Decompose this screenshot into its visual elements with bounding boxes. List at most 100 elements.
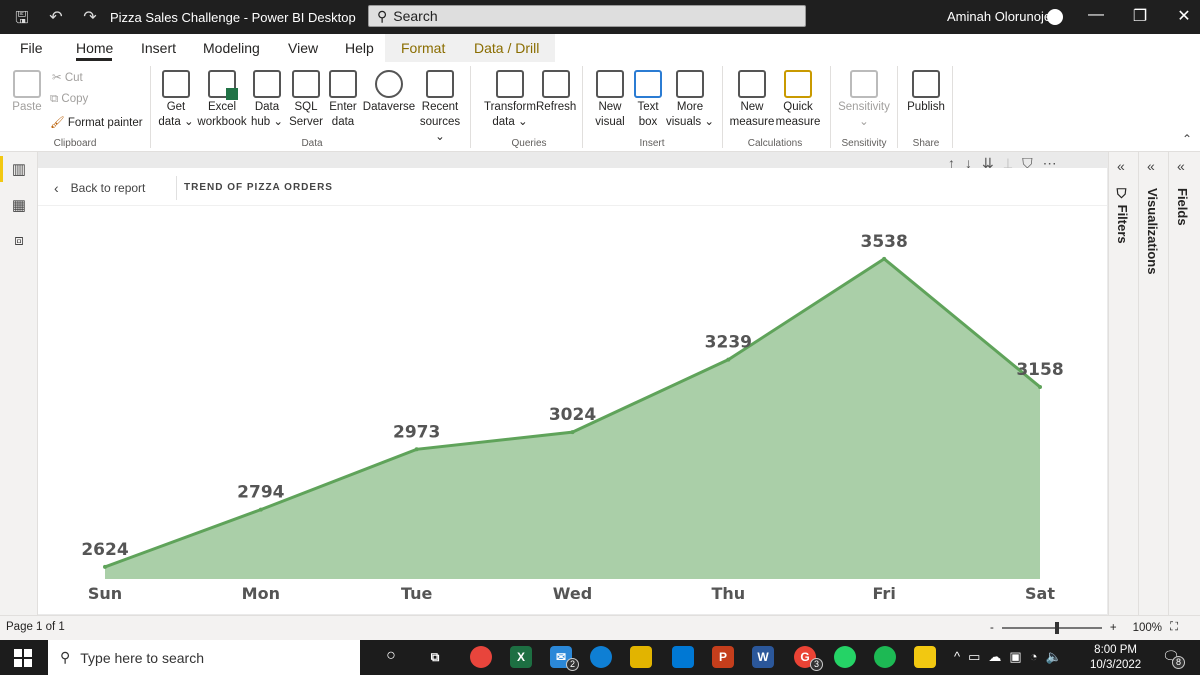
data-label-fri: 3538 [861, 232, 908, 252]
tab-help[interactable]: Help [345, 40, 374, 56]
whatsapp-icon[interactable] [834, 646, 856, 668]
data-label-tue: 2973 [393, 422, 440, 442]
excel-workbook-button[interactable]: Excel workbook [196, 70, 248, 130]
data-point-wed[interactable] [570, 430, 575, 435]
search-icon: ⚲ [60, 649, 71, 665]
word-icon[interactable]: W [752, 646, 774, 668]
dataverse-button[interactable]: Dataverse [361, 70, 417, 115]
wifi-icon[interactable]: ◔ [1030, 649, 1038, 665]
spotify-icon[interactable] [874, 646, 896, 668]
expand-filters-icon[interactable]: « [1117, 158, 1125, 174]
tab-insert[interactable]: Insert [141, 40, 176, 56]
transform-data-button[interactable]: Transform data ⌄ [482, 70, 538, 130]
powerpoint-icon[interactable]: P [712, 646, 734, 668]
fit-to-page-icon[interactable]: ⛶ [1170, 621, 1178, 634]
store-icon[interactable] [672, 646, 694, 668]
tab-home[interactable]: Home [76, 40, 113, 56]
task-view-icon[interactable]: ⧉ [424, 646, 446, 668]
sensitivity-icon [850, 70, 878, 98]
battery-icon[interactable]: ▭ [968, 649, 980, 665]
tab-modeling[interactable]: Modeling [203, 40, 260, 56]
publish-button[interactable]: Publish [904, 70, 948, 115]
data-point-sun[interactable] [103, 564, 107, 569]
close-icon[interactable]: ✕ [1173, 6, 1195, 26]
taskbar-search-placeholder: Type here to search [80, 649, 205, 666]
zoom-out-button[interactable]: - [990, 622, 994, 634]
visualizations-label: Visualizations [1145, 188, 1160, 275]
zoom-slider-handle[interactable] [1054, 621, 1059, 634]
new-visual-button[interactable]: New visual [592, 70, 628, 130]
data-point-thu[interactable] [726, 357, 731, 362]
undo-icon[interactable]: ↶ [46, 7, 66, 34]
display-icon[interactable]: ▣ [1009, 649, 1021, 665]
back-to-report-button[interactable]: ‹ Back to report [54, 180, 145, 196]
taskbar-search[interactable]: ⚲ Type here to search [48, 640, 360, 675]
sensitivity-button[interactable]: Sensitivity ⌄ [836, 70, 892, 130]
expand-visualizations-icon[interactable]: « [1147, 158, 1155, 174]
excel-taskbar-icon[interactable]: X [510, 646, 532, 668]
avatar[interactable] [1047, 9, 1063, 25]
enter-data-button[interactable]: Enter data [326, 70, 360, 130]
zoom-level: 100% [1132, 621, 1162, 634]
format-painter-button[interactable]: 🖌 Format painter [50, 115, 143, 129]
data-point-mon[interactable] [258, 507, 263, 512]
fields-pane-collapsed[interactable]: « Fields [1169, 152, 1199, 615]
share-group-label: Share [912, 138, 940, 149]
taskbar-clock[interactable]: 8:00 PM 10/3/2022 [1090, 643, 1141, 673]
volume-icon[interactable]: 🔈 [1046, 649, 1062, 665]
collapse-ribbon-icon[interactable]: ⌃ [1182, 132, 1192, 146]
area-chart[interactable]: 2624 Sun 2794 Mon 2973 Tue 3024 Wed 3239 Thu 3538 F… [38, 206, 1107, 614]
new-measure-button[interactable]: New measure [728, 70, 776, 130]
minimize-icon[interactable]: — [1085, 6, 1107, 26]
sensitivity-group-label: Sensitivity [841, 138, 887, 149]
data-point-sat[interactable] [1038, 384, 1042, 389]
data-group-label: Data [301, 138, 323, 149]
data-hub-icon [253, 70, 281, 98]
filters-pane-collapsed[interactable]: « ⛉ Filters [1109, 152, 1139, 615]
file-explorer-icon[interactable] [630, 646, 652, 668]
x-tick-label-thu: Thu [711, 584, 745, 603]
data-hub-button[interactable]: Data hub ⌄ [248, 70, 286, 130]
chevron-up-icon[interactable]: ^ [954, 649, 960, 665]
cortana-icon[interactable]: ○ [380, 646, 402, 668]
filters-label: Filters [1115, 204, 1130, 244]
model-view-icon[interactable]: ⧈ [9, 232, 29, 250]
paste-button[interactable]: Paste [10, 70, 44, 115]
zoom-in-button[interactable]: + [1110, 622, 1117, 634]
data-point-fri[interactable] [882, 256, 887, 261]
more-visuals-button[interactable]: More visuals ⌄ [666, 70, 714, 130]
get-data-button[interactable]: Get data ⌄ [156, 70, 196, 130]
recent-sources-button[interactable]: Recent sources ⌄ [414, 70, 466, 145]
copy-button[interactable]: ⧉ Copy [50, 93, 88, 106]
data-view-icon[interactable]: ▦ [9, 196, 29, 214]
quick-measure-button[interactable]: Quick measure [774, 70, 822, 130]
search-box[interactable]: ⚲ Search [368, 5, 806, 27]
visualizations-pane-collapsed[interactable]: « Visualizations [1139, 152, 1169, 615]
active-view-indicator [0, 156, 3, 182]
power-bi-taskbar-icon[interactable] [914, 646, 936, 668]
tab-file[interactable]: File [20, 40, 43, 56]
data-label-sun: 2624 [81, 540, 128, 560]
edge-icon[interactable] [590, 646, 612, 668]
text-box-button[interactable]: Text box [630, 70, 666, 130]
windows-start-icon[interactable] [14, 649, 32, 667]
chrome-icon[interactable] [470, 646, 492, 668]
visual-title: TREND OF PIZZA ORDERS [184, 182, 333, 193]
user-name[interactable]: Aminah Olorunoje [947, 9, 1051, 24]
expand-fields-icon[interactable]: « [1177, 158, 1185, 174]
sql-server-button[interactable]: SQL Server [286, 70, 326, 130]
restore-icon[interactable]: ❐ [1129, 6, 1151, 26]
chevron-left-icon: ‹ [54, 180, 59, 196]
onedrive-icon[interactable]: ☁ [988, 649, 1001, 665]
data-point-tue[interactable] [414, 447, 419, 452]
redo-icon[interactable]: ↷ [80, 7, 100, 34]
cut-button[interactable]: ✂ Cut [52, 70, 83, 84]
tab-format[interactable]: Format [385, 34, 462, 62]
tab-data-drill[interactable]: Data / Drill [458, 34, 556, 62]
save-icon[interactable]: 🖫 [12, 7, 32, 34]
refresh-button[interactable]: Refresh [536, 70, 576, 115]
right-panes: « ⛉ Filters « Visualizations « Fields [1108, 152, 1200, 615]
report-view-icon[interactable]: ▥ [9, 160, 29, 178]
zoom-slider[interactable] [1001, 621, 1102, 634]
tab-view[interactable]: View [288, 40, 318, 56]
